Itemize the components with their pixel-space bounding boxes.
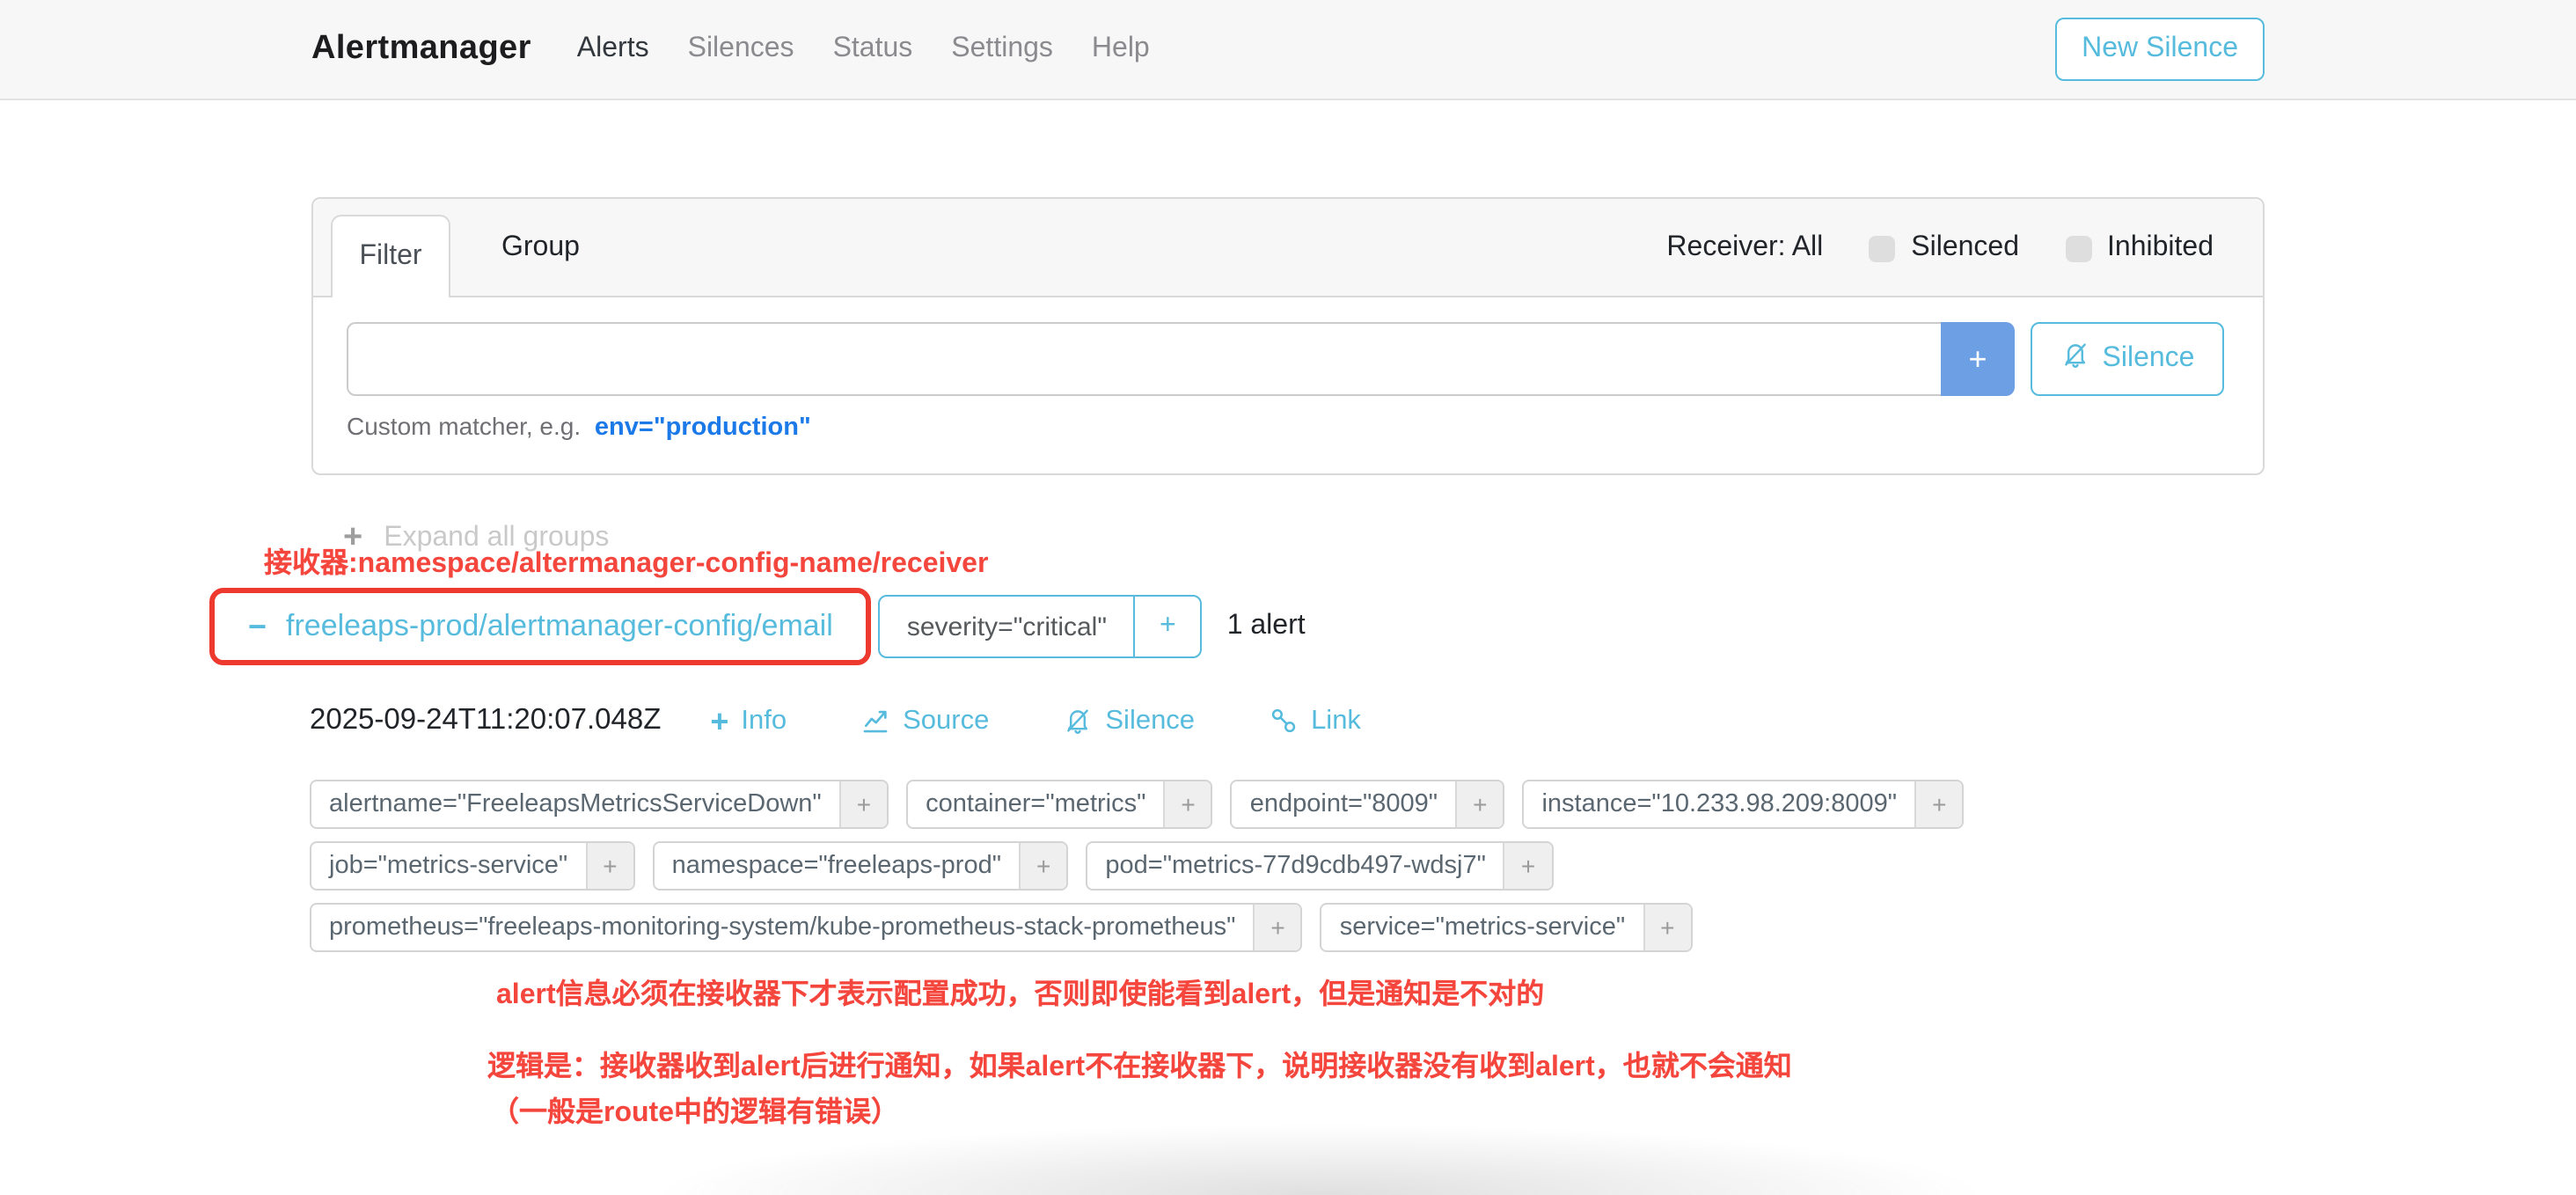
link-icon	[1269, 706, 1299, 736]
label-text: prometheus="freeleaps-monitoring-system/…	[311, 905, 1253, 950]
info-action[interactable]: + Info	[710, 705, 787, 737]
nav-item-status[interactable]: Status	[833, 33, 913, 65]
filter-card: Filter Group Receiver: All Silenced Inhi…	[311, 197, 2265, 475]
nav-item-help[interactable]: Help	[1092, 33, 1150, 65]
label-tag: instance="10.233.98.209:8009" +	[1522, 780, 1964, 829]
label-text: pod="metrics-77d9cdb497-wdsj7"	[1087, 843, 1503, 889]
add-label-filter-button[interactable]: +	[1163, 781, 1211, 827]
info-action-label: Info	[741, 705, 787, 737]
add-label-filter-button[interactable]: +	[585, 843, 633, 889]
label-row: job="metrics-service" + namespace="freel…	[310, 841, 2280, 891]
add-label-filter-button[interactable]: +	[1019, 843, 1066, 889]
matcher-input[interactable]	[347, 322, 1941, 396]
link-action-label: Link	[1311, 705, 1361, 737]
annotation-alert-info-note: alert信息必须在接收器下才表示配置成功，否则即使能看到alert，但是通知是…	[496, 970, 1544, 1012]
chart-icon	[860, 706, 890, 736]
label-tag: container="metrics" +	[906, 780, 1213, 829]
matcher-input-group: +	[347, 322, 2015, 396]
add-label-filter-button[interactable]: +	[1253, 905, 1300, 950]
add-label-filter-button[interactable]: +	[1643, 905, 1690, 950]
silenced-checkbox[interactable]: Silenced	[1869, 232, 2019, 264]
add-label-filter-button[interactable]: +	[1914, 781, 1962, 827]
label-tag: service="metrics-service" +	[1321, 903, 1693, 952]
link-action[interactable]: Link	[1269, 705, 1361, 737]
tab-filter[interactable]: Filter	[331, 215, 450, 297]
add-label-filter-button[interactable]: +	[1504, 843, 1551, 889]
top-navbar: Alertmanager Alerts Silences Status Sett…	[0, 0, 2576, 100]
label-tag: pod="metrics-77d9cdb497-wdsj7" +	[1086, 841, 1553, 891]
label-text: alertname="FreeleapsMetricsServiceDown"	[311, 781, 839, 827]
label-text: endpoint="8009"	[1233, 781, 1455, 827]
label-tag: alertname="FreeleapsMetricsServiceDown" …	[310, 780, 889, 829]
matcher-hint: Custom matcher, e.g. env="production"	[347, 412, 2224, 442]
receiver-group-button[interactable]: − freeleaps-prod/alertmanager-config/ema…	[215, 593, 867, 660]
filter-card-body: + Silence Custom matcher, e.g. env="prod	[313, 297, 2263, 442]
matcher-example-link[interactable]: env="production"	[595, 414, 811, 442]
inhibited-label: Inhibited	[2107, 232, 2214, 264]
group-matcher-label: severity="critical"	[881, 597, 1133, 656]
silence-button-label: Silence	[2103, 343, 2195, 375]
receiver-group-label: freeleaps-prod/alertmanager-config/email	[286, 609, 833, 644]
label-tag: endpoint="8009" +	[1231, 780, 1505, 829]
nav-item-alerts[interactable]: Alerts	[577, 33, 649, 65]
nav-item-silences[interactable]: Silences	[688, 33, 794, 65]
alert-labels: alertname="FreeleapsMetricsServiceDown" …	[310, 780, 2280, 964]
alert-count: 1 alert	[1227, 611, 1306, 642]
group-matcher-chip: severity="critical" +	[879, 595, 1203, 658]
nav-item-settings[interactable]: Settings	[951, 33, 1053, 65]
alert-group-header: − freeleaps-prod/alertmanager-config/ema…	[209, 588, 1306, 665]
silence-action-label: Silence	[1105, 705, 1195, 737]
receiver-filter[interactable]: Receiver: All	[1666, 232, 1823, 264]
annotation-route-note: （一般是route中的逻辑有错误）	[491, 1088, 899, 1130]
annotation-highlight-box: − freeleaps-prod/alertmanager-config/ema…	[209, 588, 872, 665]
silence-from-filter-button[interactable]: Silence	[2031, 322, 2224, 396]
add-matcher-button[interactable]: +	[1941, 322, 2015, 396]
annotation-receiver-note: 接收器:namespace/altermanager-config-name/r…	[264, 539, 988, 581]
source-action[interactable]: Source	[860, 705, 989, 737]
label-text: service="metrics-service"	[1322, 905, 1643, 950]
source-action-label: Source	[903, 705, 989, 737]
bell-slash-icon	[1063, 706, 1093, 736]
minus-icon: −	[248, 611, 267, 642]
tab-filter-label: Filter	[359, 241, 421, 273]
tab-group[interactable]: Group	[487, 199, 594, 297]
label-text: job="metrics-service"	[311, 843, 585, 889]
app-brand[interactable]: Alertmanager	[311, 30, 531, 69]
checkbox-icon	[1869, 235, 1895, 261]
annotation-logic-note: 逻辑是：接收器收到alert后进行通知，如果alert不在接收器下，说明接收器没…	[487, 1042, 1792, 1084]
label-row: alertname="FreeleapsMetricsServiceDown" …	[310, 780, 2280, 829]
label-text: container="metrics"	[908, 781, 1163, 827]
add-group-matcher-button[interactable]: +	[1133, 597, 1201, 656]
hint-text: Custom matcher, e.g.	[347, 412, 581, 440]
inhibited-checkbox[interactable]: Inhibited	[2065, 232, 2214, 264]
label-row: prometheus="freeleaps-monitoring-system/…	[310, 903, 2280, 952]
alert-timestamp: 2025-09-24T11:20:07.048Z	[310, 704, 661, 737]
main-nav: Alerts Silences Status Settings Help	[577, 33, 1150, 65]
new-silence-button[interactable]: New Silence	[2055, 18, 2265, 81]
alert-actions-row: 2025-09-24T11:20:07.048Z + Info Source	[310, 704, 1361, 737]
silence-action[interactable]: Silence	[1063, 705, 1195, 737]
label-text: instance="10.233.98.209:8009"	[1524, 781, 1914, 827]
add-label-filter-button[interactable]: +	[839, 781, 887, 827]
silenced-label: Silenced	[1911, 232, 2019, 264]
filter-card-header: Filter Group Receiver: All Silenced Inhi…	[313, 199, 2263, 297]
label-tag: prometheus="freeleaps-monitoring-system/…	[310, 903, 1303, 952]
plus-icon: +	[710, 705, 728, 737]
label-text: namespace="freeleaps-prod"	[655, 843, 1019, 889]
add-label-filter-button[interactable]: +	[1455, 781, 1503, 827]
label-tag: namespace="freeleaps-prod" +	[653, 841, 1069, 891]
filter-options: Receiver: All Silenced Inhibited	[1666, 199, 2214, 297]
bell-slash-icon	[2060, 340, 2090, 378]
checkbox-icon	[2065, 235, 2091, 261]
label-tag: job="metrics-service" +	[310, 841, 635, 891]
alertmanager-page: Alertmanager Alerts Silences Status Sett…	[0, 0, 2576, 1184]
